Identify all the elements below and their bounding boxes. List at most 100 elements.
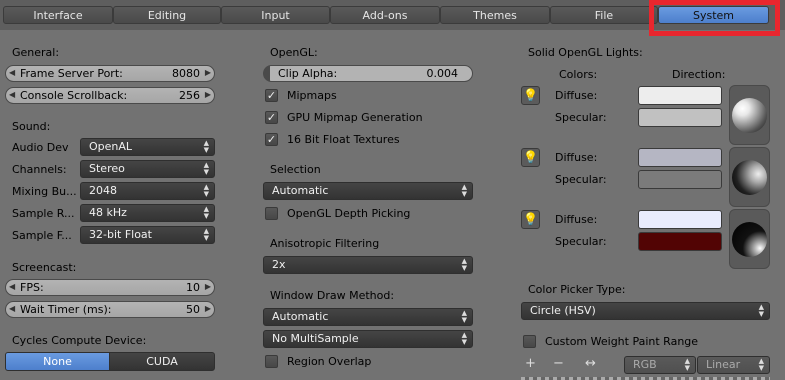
lightbulb-icon: 💡 bbox=[523, 212, 538, 226]
light-1-specular-swatch[interactable] bbox=[638, 108, 722, 127]
updown-arrows-icon: ▲ ▼ bbox=[461, 183, 467, 198]
tab-addons[interactable]: Add-ons bbox=[330, 6, 440, 24]
color-mode-dropdown[interactable]: RGB ▲ ▼ bbox=[624, 356, 696, 374]
field-label: FPS: bbox=[20, 281, 44, 294]
colors-header: Colors: bbox=[559, 68, 598, 81]
audio-dev-label: Audio Dev bbox=[12, 141, 69, 154]
light-1-direction-widget[interactable] bbox=[729, 85, 770, 145]
decrement-arrow-icon[interactable]: ◀ bbox=[9, 68, 15, 77]
updown-arrows-icon: ▲ ▼ bbox=[461, 331, 467, 346]
increment-arrow-icon[interactable]: ▶ bbox=[205, 90, 211, 99]
light-2-diffuse-swatch[interactable] bbox=[638, 148, 722, 167]
dropdown-value: Automatic bbox=[272, 310, 329, 323]
lightbulb-icon: 💡 bbox=[523, 88, 538, 102]
compute-device-none-button[interactable]: None bbox=[5, 352, 110, 371]
light-3-specular-swatch[interactable] bbox=[638, 232, 722, 251]
dropdown-value: Linear bbox=[706, 358, 741, 371]
gpu-mipmap-label: GPU Mipmap Generation bbox=[287, 111, 423, 124]
light-3-direction-widget[interactable] bbox=[729, 209, 770, 269]
updown-arrows-icon: ▲ ▼ bbox=[461, 257, 467, 272]
audio-dev-dropdown[interactable]: OpenAL ▲ ▼ bbox=[80, 138, 215, 156]
selection-heading: Selection bbox=[270, 163, 321, 176]
light-3-toggle[interactable]: 💡 bbox=[521, 210, 540, 229]
tab-label: Themes bbox=[473, 9, 517, 22]
anisotropic-heading: Anisotropic Filtering bbox=[270, 237, 380, 250]
wait-timer-field[interactable]: ◀ Wait Timer (ms): 50 ▶ bbox=[5, 301, 215, 318]
specular-label: Specular: bbox=[555, 235, 607, 248]
updown-arrows-icon: ▲ ▼ bbox=[203, 183, 209, 198]
color-picker-dropdown[interactable]: Circle (HSV) ▲ ▼ bbox=[521, 302, 770, 320]
frame-server-port-field[interactable]: ◀ Frame Server Port: 8080 ▶ bbox=[5, 65, 215, 82]
button-label: None bbox=[43, 355, 72, 368]
depth-picking-label: OpenGL Depth Picking bbox=[287, 207, 411, 220]
color-picker-heading: Color Picker Type: bbox=[528, 283, 626, 296]
decrement-arrow-icon[interactable]: ◀ bbox=[9, 90, 15, 99]
gpu-mipmap-checkbox[interactable]: ✓ bbox=[265, 111, 278, 124]
increment-arrow-icon[interactable]: ▶ bbox=[205, 282, 211, 291]
tab-label: File bbox=[594, 9, 614, 22]
specular-label: Specular: bbox=[555, 173, 607, 186]
dropdown-value: Automatic bbox=[272, 184, 329, 197]
console-scrollback-field[interactable]: ◀ Console Scrollback: 256 ▶ bbox=[5, 87, 215, 104]
remove-icon[interactable]: − bbox=[553, 356, 564, 371]
light-3-diffuse-swatch[interactable] bbox=[638, 210, 722, 229]
mipmaps-label: Mipmaps bbox=[287, 89, 337, 102]
selection-dropdown[interactable]: Automatic ▲ ▼ bbox=[263, 182, 473, 200]
dropdown-value: OpenAL bbox=[89, 140, 133, 153]
direction-sphere bbox=[732, 98, 767, 133]
tab-label: Interface bbox=[33, 9, 83, 22]
channels-label: Channels: bbox=[12, 163, 67, 176]
lights-heading: Solid OpenGL Lights: bbox=[528, 46, 643, 59]
tab-highlight-box bbox=[649, 0, 780, 36]
tab-themes[interactable]: Themes bbox=[440, 6, 550, 24]
clip-alpha-slider[interactable]: Clip Alpha: 0.004 bbox=[263, 65, 473, 82]
updown-arrows-icon: ▲ ▼ bbox=[203, 227, 209, 242]
fps-field[interactable]: ◀ FPS: 10 ▶ bbox=[5, 279, 215, 296]
tab-editing[interactable]: Editing bbox=[113, 6, 221, 24]
field-value: 0.004 bbox=[426, 67, 459, 80]
increment-arrow-icon[interactable]: ▶ bbox=[205, 304, 211, 313]
add-icon[interactable]: + bbox=[525, 356, 536, 371]
check-icon: ✓ bbox=[266, 89, 277, 102]
general-heading: General: bbox=[12, 46, 60, 59]
anisotropic-dropdown[interactable]: 2x ▲ ▼ bbox=[263, 256, 473, 274]
custom-weight-checkbox[interactable] bbox=[523, 335, 536, 348]
interpolation-dropdown[interactable]: Linear ▲ ▼ bbox=[697, 356, 770, 374]
diffuse-label: Diffuse: bbox=[555, 89, 598, 102]
compute-device-cuda-button[interactable]: CUDA bbox=[109, 352, 215, 371]
light-2-direction-widget[interactable] bbox=[729, 147, 770, 207]
tab-input[interactable]: Input bbox=[221, 6, 330, 24]
tab-label: Editing bbox=[147, 9, 187, 22]
mixing-buffer-dropdown[interactable]: 2048 ▲ ▼ bbox=[80, 182, 215, 200]
float-textures-label: 16 Bit Float Textures bbox=[287, 133, 400, 146]
light-2-toggle[interactable]: 💡 bbox=[521, 148, 540, 167]
direction-header: Direction: bbox=[672, 68, 726, 81]
sample-format-dropdown[interactable]: 32-bit Float ▲ ▼ bbox=[80, 226, 215, 244]
sample-rate-dropdown[interactable]: 48 kHz ▲ ▼ bbox=[80, 204, 215, 222]
field-value: 50 bbox=[186, 303, 200, 316]
light-1-diffuse-swatch[interactable] bbox=[638, 86, 722, 105]
increment-arrow-icon[interactable]: ▶ bbox=[205, 68, 211, 77]
decrement-arrow-icon[interactable]: ◀ bbox=[9, 282, 15, 291]
direction-sphere bbox=[732, 160, 767, 195]
region-overlap-checkbox[interactable] bbox=[265, 355, 278, 368]
light-2-specular-swatch[interactable] bbox=[638, 170, 722, 189]
diffuse-label: Diffuse: bbox=[555, 151, 598, 164]
mipmaps-checkbox[interactable]: ✓ bbox=[265, 89, 278, 102]
light-1-toggle[interactable]: 💡 bbox=[521, 86, 540, 105]
tab-label: Input bbox=[261, 9, 290, 22]
tab-interface[interactable]: Interface bbox=[3, 6, 113, 24]
check-icon: ✓ bbox=[266, 133, 277, 146]
window-draw-dropdown[interactable]: Automatic ▲ ▼ bbox=[263, 308, 473, 326]
channels-dropdown[interactable]: Stereo ▲ ▼ bbox=[80, 160, 215, 178]
sample-format-label: Sample F... bbox=[12, 229, 72, 242]
button-label: CUDA bbox=[146, 355, 178, 368]
updown-arrows-icon: ▲ ▼ bbox=[203, 205, 209, 220]
multisample-dropdown[interactable]: No MultiSample ▲ ▼ bbox=[263, 330, 473, 348]
decrement-arrow-icon[interactable]: ◀ bbox=[9, 304, 15, 313]
field-label: Clip Alpha: bbox=[278, 67, 338, 80]
depth-picking-checkbox[interactable] bbox=[265, 207, 278, 220]
float-textures-checkbox[interactable]: ✓ bbox=[265, 133, 278, 146]
tab-file[interactable]: File bbox=[550, 6, 658, 24]
flip-icon[interactable]: ↔ bbox=[585, 356, 596, 371]
